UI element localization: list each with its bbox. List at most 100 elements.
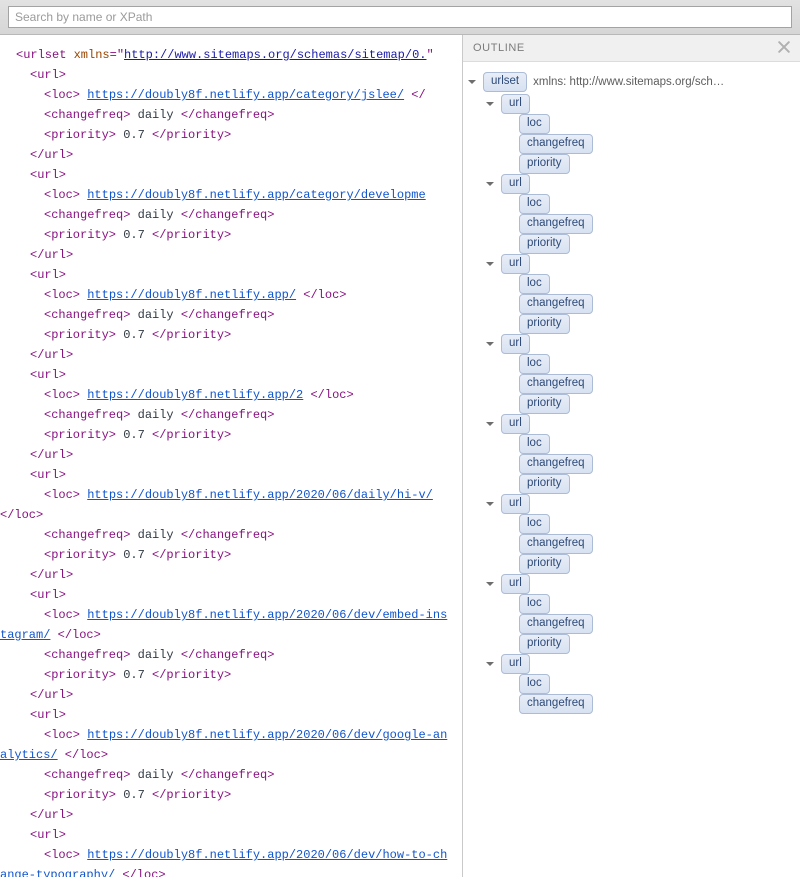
outline-changefreq[interactable]: changefreq bbox=[467, 534, 794, 554]
url-open[interactable]: <url> bbox=[0, 165, 462, 185]
xml-root-open[interactable]: <urlset xmlns="http://www.sitemaps.org/s… bbox=[0, 45, 462, 65]
priority-line[interactable]: <priority> 0.7 </priority> bbox=[0, 325, 462, 345]
loc-line[interactable]: <loc> https://doubly8f.netlify.app/2020/… bbox=[0, 485, 462, 525]
priority-line[interactable]: <priority> 0.7 </priority> bbox=[0, 545, 462, 565]
changefreq-line[interactable]: <changefreq> daily </changefreq> bbox=[0, 765, 462, 785]
outline-pill-loc[interactable]: loc bbox=[519, 674, 550, 694]
url-open[interactable]: <url> bbox=[0, 65, 462, 85]
loc-line[interactable]: <loc> https://doubly8f.netlify.app/2 </l… bbox=[0, 385, 462, 405]
url-close[interactable]: </url> bbox=[0, 805, 462, 825]
url-open[interactable]: <url> bbox=[0, 465, 462, 485]
outline-pill-urlset[interactable]: urlset bbox=[483, 72, 527, 92]
chevron-down-icon[interactable] bbox=[485, 419, 495, 429]
outline-pill-priority[interactable]: priority bbox=[519, 154, 570, 174]
loc-line[interactable]: <loc> https://doubly8f.netlify.app/categ… bbox=[0, 185, 462, 205]
url-open[interactable]: <url> bbox=[0, 585, 462, 605]
outline-pill-url[interactable]: url bbox=[501, 174, 530, 194]
outline-loc[interactable]: loc bbox=[467, 594, 794, 614]
outline-loc[interactable]: loc bbox=[467, 514, 794, 534]
outline-pill-url[interactable]: url bbox=[501, 334, 530, 354]
loc-link[interactable]: https://doubly8f.netlify.app/2020/06/dai… bbox=[87, 488, 433, 502]
outline-priority[interactable]: priority bbox=[467, 234, 794, 254]
outline-pill-loc[interactable]: loc bbox=[519, 354, 550, 374]
priority-line[interactable]: <priority> 0.7 </priority> bbox=[0, 225, 462, 245]
chevron-down-icon[interactable] bbox=[485, 579, 495, 589]
outline-changefreq[interactable]: changefreq bbox=[467, 614, 794, 634]
url-close[interactable]: </url> bbox=[0, 565, 462, 585]
outline-pill-changefreq[interactable]: changefreq bbox=[519, 694, 593, 714]
outline-changefreq[interactable]: changefreq bbox=[467, 374, 794, 394]
loc-line[interactable]: <loc> https://doubly8f.netlify.app/2020/… bbox=[0, 725, 462, 765]
url-open[interactable]: <url> bbox=[0, 265, 462, 285]
url-open[interactable]: <url> bbox=[0, 705, 462, 725]
outline-changefreq[interactable]: changefreq bbox=[467, 454, 794, 474]
url-open[interactable]: <url> bbox=[0, 365, 462, 385]
outline-loc[interactable]: loc bbox=[467, 354, 794, 374]
loc-link[interactable]: https://doubly8f.netlify.app/category/js… bbox=[87, 88, 404, 102]
outline-url[interactable]: url bbox=[467, 174, 794, 194]
loc-line[interactable]: <loc> https://doubly8f.netlify.app/categ… bbox=[0, 85, 462, 105]
outline-priority[interactable]: priority bbox=[467, 154, 794, 174]
chevron-down-icon[interactable] bbox=[467, 77, 477, 87]
url-close[interactable]: </url> bbox=[0, 145, 462, 165]
outline-pill-url[interactable]: url bbox=[501, 574, 530, 594]
outline-pill-loc[interactable]: loc bbox=[519, 194, 550, 214]
priority-line[interactable]: <priority> 0.7 </priority> bbox=[0, 785, 462, 805]
outline-pill-priority[interactable]: priority bbox=[519, 394, 570, 414]
url-close[interactable]: </url> bbox=[0, 445, 462, 465]
outline-pill-priority[interactable]: priority bbox=[519, 234, 570, 254]
outline-pill-loc[interactable]: loc bbox=[519, 594, 550, 614]
outline-priority[interactable]: priority bbox=[467, 634, 794, 654]
outline-url[interactable]: url bbox=[467, 414, 794, 434]
chevron-down-icon[interactable] bbox=[485, 659, 495, 669]
outline-pill-loc[interactable]: loc bbox=[519, 114, 550, 134]
loc-line[interactable]: <loc> https://doubly8f.netlify.app/ </lo… bbox=[0, 285, 462, 305]
outline-url[interactable]: url bbox=[467, 254, 794, 274]
url-close[interactable]: </url> bbox=[0, 345, 462, 365]
outline-pill-priority[interactable]: priority bbox=[519, 474, 570, 494]
outline-changefreq[interactable]: changefreq bbox=[467, 294, 794, 314]
outline-pill-changefreq[interactable]: changefreq bbox=[519, 374, 593, 394]
outline-pill-changefreq[interactable]: changefreq bbox=[519, 134, 593, 154]
changefreq-line[interactable]: <changefreq> daily </changefreq> bbox=[0, 525, 462, 545]
outline-url[interactable]: url bbox=[467, 334, 794, 354]
url-close[interactable]: </url> bbox=[0, 245, 462, 265]
outline-changefreq[interactable]: changefreq bbox=[467, 694, 794, 714]
changefreq-line[interactable]: <changefreq> daily </changefreq> bbox=[0, 305, 462, 325]
chevron-down-icon[interactable] bbox=[485, 339, 495, 349]
outline-loc[interactable]: loc bbox=[467, 434, 794, 454]
outline-loc[interactable]: loc bbox=[467, 274, 794, 294]
outline-priority[interactable]: priority bbox=[467, 554, 794, 574]
xml-source-pane[interactable]: <urlset xmlns="http://www.sitemaps.org/s… bbox=[0, 35, 462, 877]
url-open[interactable]: <url> bbox=[0, 825, 462, 845]
outline-pill-changefreq[interactable]: changefreq bbox=[519, 534, 593, 554]
outline-pill-loc[interactable]: loc bbox=[519, 434, 550, 454]
outline-url[interactable]: url bbox=[467, 94, 794, 114]
priority-line[interactable]: <priority> 0.7 </priority> bbox=[0, 125, 462, 145]
chevron-down-icon[interactable] bbox=[485, 179, 495, 189]
outline-pill-url[interactable]: url bbox=[501, 254, 530, 274]
outline-loc[interactable]: loc bbox=[467, 194, 794, 214]
loc-line[interactable]: <loc> https://doubly8f.netlify.app/2020/… bbox=[0, 845, 462, 877]
outline-pill-url[interactable]: url bbox=[501, 494, 530, 514]
chevron-down-icon[interactable] bbox=[485, 259, 495, 269]
outline-pill-loc[interactable]: loc bbox=[519, 274, 550, 294]
chevron-down-icon[interactable] bbox=[485, 499, 495, 509]
outline-pill-priority[interactable]: priority bbox=[519, 554, 570, 574]
priority-line[interactable]: <priority> 0.7 </priority> bbox=[0, 425, 462, 445]
loc-link[interactable]: https://doubly8f.netlify.app/ bbox=[87, 288, 296, 302]
url-close[interactable]: </url> bbox=[0, 685, 462, 705]
outline-pill-url[interactable]: url bbox=[501, 94, 530, 114]
outline-pill-changefreq[interactable]: changefreq bbox=[519, 294, 593, 314]
outline-pill-changefreq[interactable]: changefreq bbox=[519, 214, 593, 234]
search-input[interactable] bbox=[8, 6, 792, 28]
outline-pill-changefreq[interactable]: changefreq bbox=[519, 614, 593, 634]
loc-line[interactable]: <loc> https://doubly8f.netlify.app/2020/… bbox=[0, 605, 462, 645]
changefreq-line[interactable]: <changefreq> daily </changefreq> bbox=[0, 105, 462, 125]
outline-priority[interactable]: priority bbox=[467, 394, 794, 414]
outline-root[interactable]: urlsetxmlns: http://www.sitemaps.org/sch… bbox=[467, 70, 794, 94]
changefreq-line[interactable]: <changefreq> daily </changefreq> bbox=[0, 205, 462, 225]
outline-url[interactable]: url bbox=[467, 574, 794, 594]
changefreq-line[interactable]: <changefreq> daily </changefreq> bbox=[0, 645, 462, 665]
outline-changefreq[interactable]: changefreq bbox=[467, 214, 794, 234]
